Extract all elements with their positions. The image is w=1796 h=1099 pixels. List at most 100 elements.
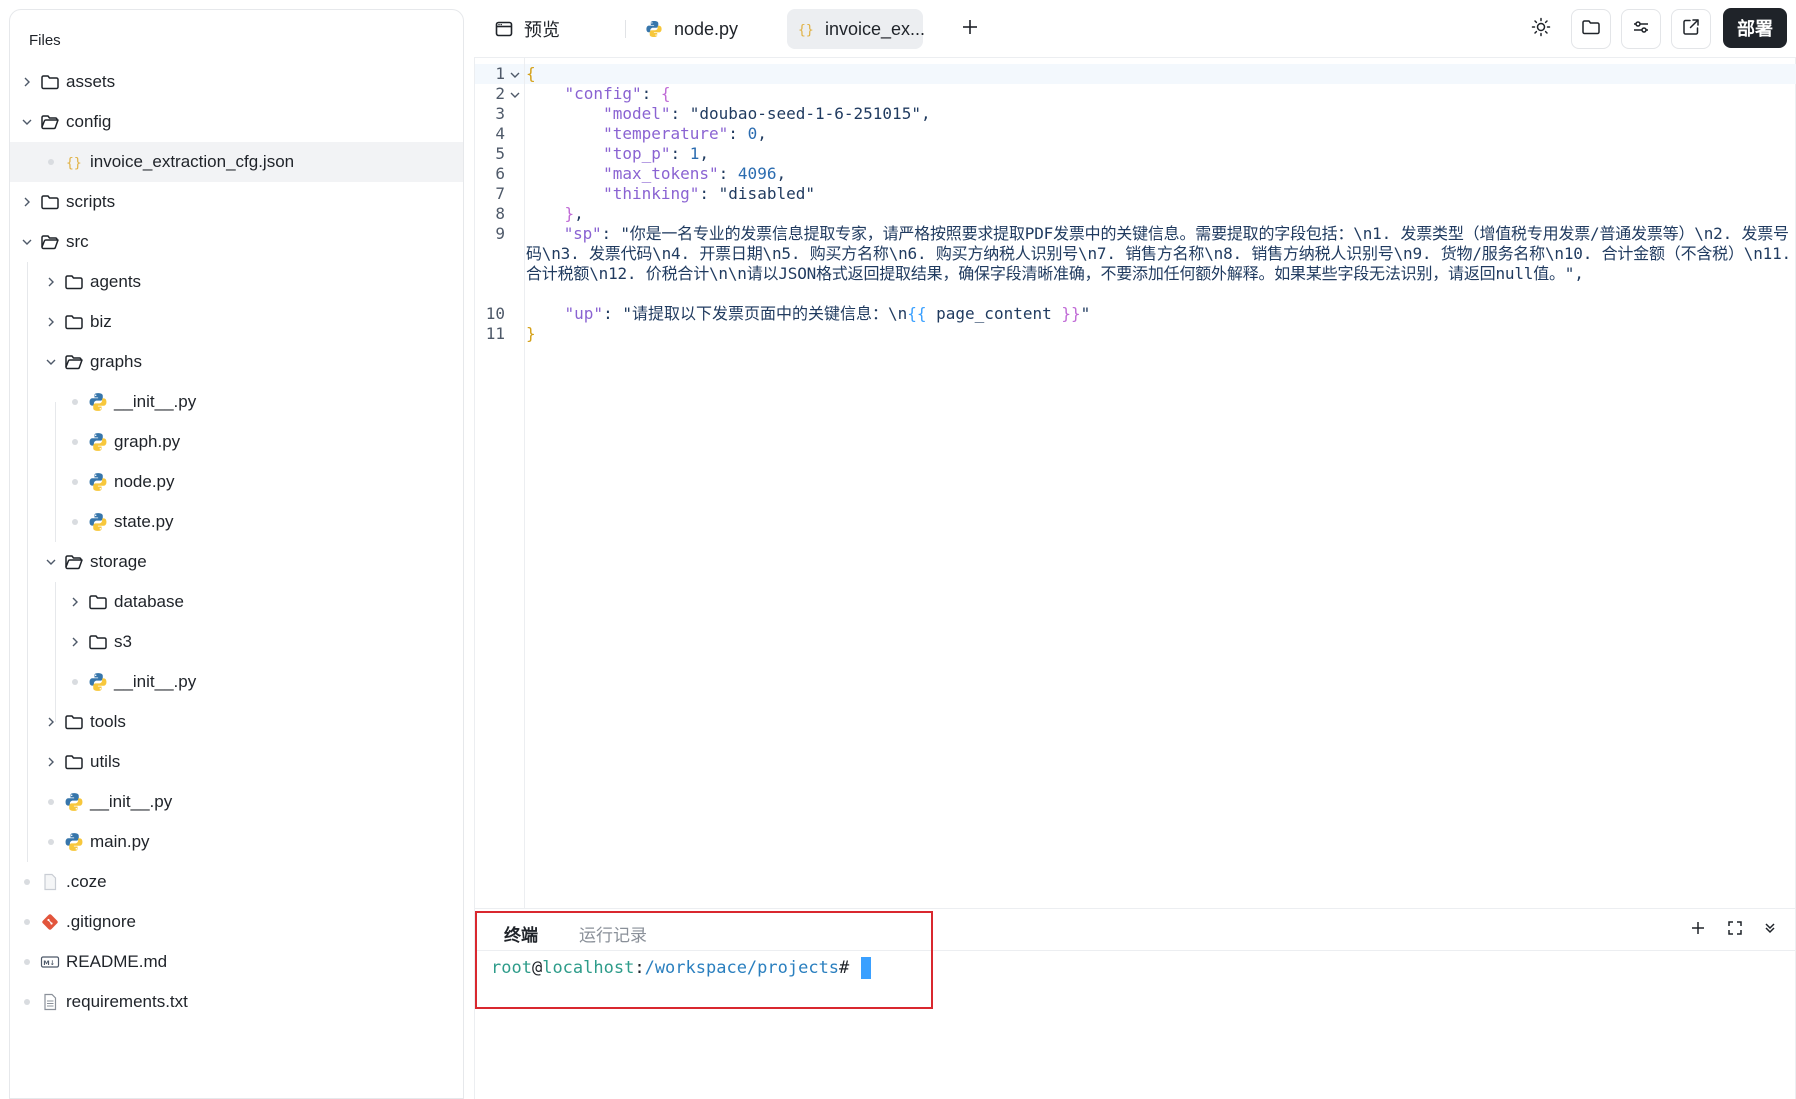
collapse-terminal-button[interactable]: [1758, 918, 1782, 942]
tree-folder[interactable]: database: [10, 582, 463, 622]
tree-bullet: [72, 399, 78, 405]
chevron-down-icon[interactable]: [20, 234, 34, 250]
chevron-down-icon[interactable]: [20, 114, 34, 130]
tree-file[interactable]: main.py: [10, 822, 463, 862]
tree-folder[interactable]: config: [10, 102, 463, 142]
tab-label: 预览: [524, 20, 560, 40]
tree-item-label: .gitignore: [66, 912, 136, 931]
deploy-button[interactable]: 部署: [1723, 8, 1787, 48]
python-icon: [644, 19, 664, 39]
tree-folder[interactable]: assets: [10, 62, 463, 102]
tree-bullet: [24, 879, 30, 885]
tree-folder[interactable]: scripts: [10, 182, 463, 222]
tree-item-label: agents: [90, 272, 142, 291]
external-link-icon: [1681, 17, 1701, 42]
tree-item-label: utils: [90, 752, 121, 771]
chevron-right-icon[interactable]: [20, 194, 34, 210]
folder-icon: [64, 752, 84, 772]
open-external-button[interactable]: [1671, 9, 1711, 49]
tree-file[interactable]: requirements.txt: [10, 982, 463, 1022]
folder-icon: [64, 712, 84, 732]
code-content[interactable]: { "config": { "model": "doubao-seed-1-6-…: [526, 64, 1796, 344]
chevron-right-icon[interactable]: [68, 634, 82, 650]
add-tab-button[interactable]: [950, 9, 990, 49]
settings-button[interactable]: [1621, 9, 1661, 49]
tab-invoice-json[interactable]: {} invoice_ex...: [787, 9, 925, 49]
tree-item-label: node.py: [114, 472, 175, 491]
tab-label: node.py: [674, 18, 739, 39]
tree-file[interactable]: .gitignore: [10, 902, 463, 942]
tree-file[interactable]: .coze: [10, 862, 463, 902]
code-line: "up": "请提取以下发票页面中的关键信息：\n{{ page_content…: [564, 304, 1091, 323]
tree-folder[interactable]: biz: [10, 302, 463, 342]
tree-item-label: graphs: [90, 352, 142, 371]
files-title: Files: [29, 32, 61, 49]
code-editor[interactable]: 1 2 3 4 5 6 7 8 9 10 11 { "config": { "m…: [474, 58, 1796, 908]
tree-file[interactable]: {} invoice_extraction_cfg.json: [10, 142, 463, 182]
folder-icon: [40, 192, 60, 212]
tree-folder[interactable]: graphs: [10, 342, 463, 382]
line-number: 1: [495, 64, 505, 83]
svg-text:{}: {}: [66, 156, 82, 171]
tree-bullet: [24, 919, 30, 925]
tab-node-py[interactable]: node.py: [634, 9, 764, 49]
tab-terminal[interactable]: 终端: [504, 921, 538, 946]
json-icon: {}: [797, 19, 815, 39]
code-line: "max_tokens": 4096,: [603, 164, 787, 183]
chevron-right-icon[interactable]: [20, 74, 34, 90]
tree-file[interactable]: state.py: [10, 502, 463, 542]
tree-folder[interactable]: src: [10, 222, 463, 262]
tree-folder[interactable]: utils: [10, 742, 463, 782]
maximize-terminal-button[interactable]: [1723, 918, 1747, 942]
tree-file[interactable]: __init__.py: [10, 782, 463, 822]
tree-bullet: [24, 959, 30, 965]
folder-open-icon: [64, 352, 84, 372]
tab-separator: [625, 20, 626, 38]
tree-item-label: s3: [114, 632, 132, 651]
tree-file[interactable]: graph.py: [10, 422, 463, 462]
svg-text:M↓: M↓: [43, 959, 55, 967]
line-number: 9: [495, 224, 505, 243]
sun-icon: [1531, 17, 1551, 42]
tree-folder[interactable]: s3: [10, 622, 463, 662]
tab-run-history[interactable]: 运行记录: [579, 921, 647, 946]
line-number: 6: [495, 164, 505, 183]
chevron-down-icon[interactable]: [44, 354, 58, 370]
tree-folder[interactable]: storage: [10, 542, 463, 582]
terminal-prompt[interactable]: root@localhost:/workspace/projects#: [491, 957, 872, 979]
tree-item-label: src: [66, 232, 89, 251]
tree-file[interactable]: __init__.py: [10, 662, 463, 702]
chevron-down-icon[interactable]: [44, 554, 58, 570]
chevron-right-icon[interactable]: [44, 714, 58, 730]
chevron-right-icon[interactable]: [44, 314, 58, 330]
code-line: "thinking": "disabled": [603, 184, 815, 203]
chevron-right-icon[interactable]: [44, 754, 58, 770]
tree-item-label: invoice_extraction_cfg.json: [90, 152, 295, 171]
chevron-right-icon[interactable]: [44, 274, 58, 290]
tree-file[interactable]: M↓ README.md: [10, 942, 463, 982]
fold-chevron-icon[interactable]: [509, 88, 521, 100]
tree-item-label: requirements.txt: [66, 992, 188, 1011]
folder-icon: [64, 312, 84, 332]
open-folder-button[interactable]: [1571, 9, 1611, 49]
chevron-right-icon[interactable]: [68, 594, 82, 610]
tree-folder[interactable]: agents: [10, 262, 463, 302]
python-icon: [64, 792, 84, 812]
fold-chevron-icon[interactable]: [509, 68, 521, 80]
folder-open-icon: [40, 232, 60, 252]
tree-bullet: [72, 519, 78, 525]
code-line: }: [526, 324, 536, 343]
tree-item-label: graph.py: [114, 432, 181, 451]
tab-preview[interactable]: 预览: [484, 9, 614, 49]
tree-file[interactable]: node.py: [10, 462, 463, 502]
text-file-icon: [40, 992, 60, 1012]
code-line: "sp": "你是一名专业的发票信息提取专家，请严格按照要求提取PDF发票中的关…: [526, 224, 1791, 283]
new-terminal-button[interactable]: [1686, 918, 1710, 942]
python-icon: [88, 432, 108, 452]
tree-folder[interactable]: tools: [10, 702, 463, 742]
python-icon: [64, 832, 84, 852]
theme-toggle-button[interactable]: [1521, 9, 1561, 49]
line-number: 8: [495, 204, 505, 223]
tree-file[interactable]: __init__.py: [10, 382, 463, 422]
line-number: 10: [485, 304, 505, 323]
